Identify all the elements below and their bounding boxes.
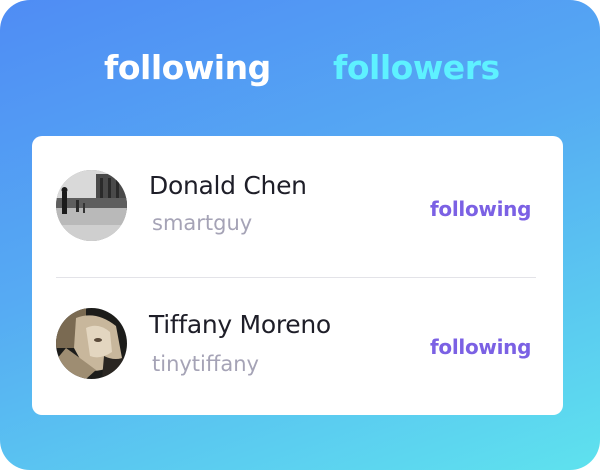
following-button[interactable]: following [430, 335, 531, 359]
user-name: Donald Chen [149, 171, 307, 200]
street-scene-photo-icon [56, 170, 127, 241]
user-handle: tinytiffany [152, 352, 259, 376]
user-handle: smartguy [152, 211, 253, 235]
following-button[interactable]: following [430, 197, 531, 221]
tab-following[interactable]: following [104, 48, 271, 88]
avatar[interactable] [56, 170, 127, 241]
tab-followers[interactable]: followers [333, 48, 500, 88]
portrait-photo-icon [56, 308, 127, 379]
user-name: Tiffany Moreno [149, 310, 331, 339]
app-frame: following followers Donald Chen smartguy… [0, 0, 600, 470]
user-list-card: Donald Chen smartguy following Tiffany M… [32, 136, 563, 415]
avatar[interactable] [56, 308, 127, 379]
list-item[interactable]: Donald Chen smartguy following [32, 136, 563, 274]
list-item[interactable]: Tiffany Moreno tinytiffany following [32, 275, 563, 413]
